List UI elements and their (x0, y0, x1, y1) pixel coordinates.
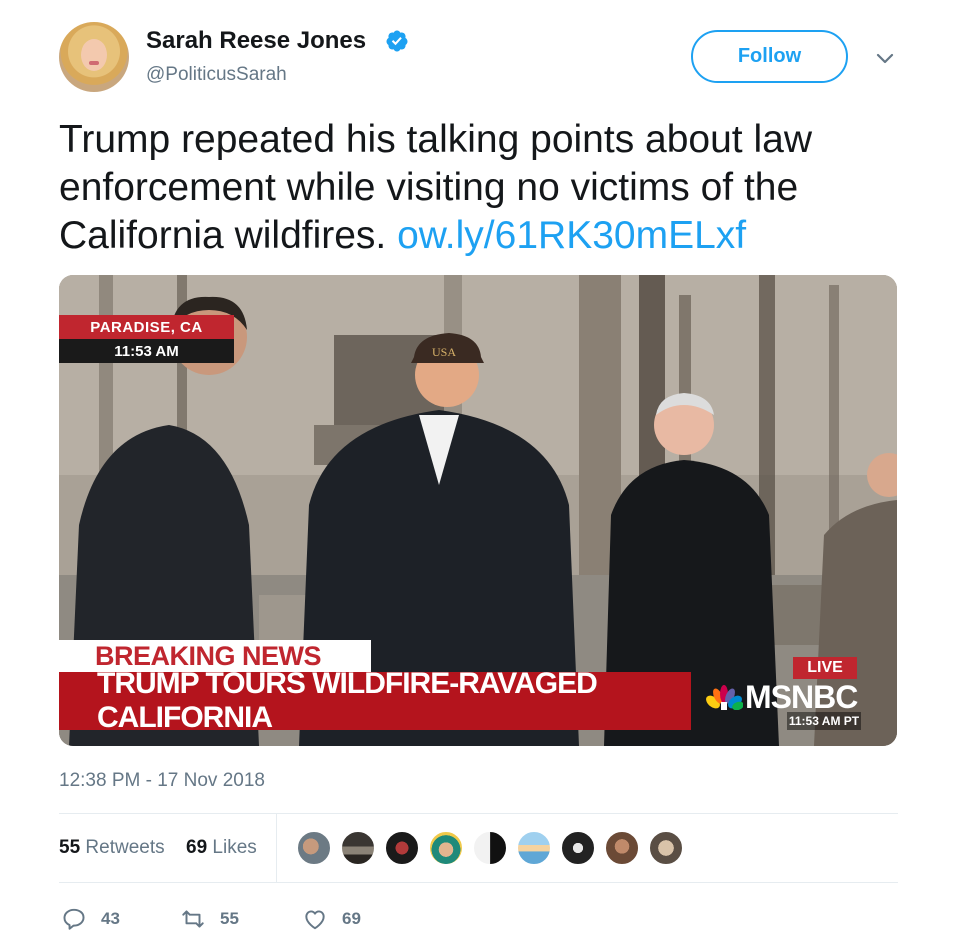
network-name: MSNBC (745, 678, 858, 715)
divider-top (59, 813, 898, 814)
tweet-text: Trump repeated his talking points about … (59, 116, 909, 260)
headline-banner: TRUMP TOURS WILDFIRE-RAVAGED CALIFORNIA (59, 667, 691, 734)
reply-icon (63, 908, 85, 930)
reply-action[interactable]: 43 (61, 906, 120, 932)
liker-avatar[interactable] (340, 830, 376, 866)
avatar-face (81, 39, 107, 71)
location-overlay: PARADISE, CA 11:53 AM (59, 315, 234, 363)
stats-divider (276, 813, 277, 882)
likes-label: Likes (212, 837, 257, 858)
liker-avatar[interactable] (428, 830, 464, 866)
like-action[interactable]: 69 (302, 906, 361, 932)
verified-badge-icon (386, 30, 408, 52)
likes-stat[interactable]: 69 Likes (186, 837, 257, 859)
liker-avatar[interactable] (296, 830, 332, 866)
cap-text: USA (432, 345, 456, 359)
tweet-timestamp[interactable]: 12:38 PM - 17 Nov 2018 (59, 770, 265, 792)
liker-avatar[interactable] (604, 830, 640, 866)
location-time: 11:53 AM (59, 339, 234, 363)
video-media[interactable]: USA PARADISE, CA 11:53 AM BREAKING NEWS … (59, 275, 897, 746)
liker-avatar[interactable] (384, 830, 420, 866)
avatar-lips (89, 61, 99, 65)
retweets-stat[interactable]: 55 Retweets (59, 837, 165, 859)
likes-count: 69 (186, 837, 208, 858)
author-handle[interactable]: @PoliticusSarah (146, 64, 287, 86)
liker-avatar[interactable] (516, 830, 552, 866)
live-badge: LIVE (793, 657, 857, 679)
divider-bottom (59, 882, 898, 883)
liker-avatar[interactable] (560, 830, 596, 866)
retweet-icon (182, 910, 204, 928)
heart-icon (305, 910, 325, 930)
tweet-link[interactable]: ow.ly/61RK30mELxf (397, 214, 746, 257)
chevron-down-icon[interactable] (873, 47, 897, 71)
retweet-count: 55 (220, 909, 239, 928)
retweets-count: 55 (59, 837, 81, 858)
retweet-action[interactable]: 55 (180, 906, 239, 932)
author-avatar[interactable] (59, 22, 129, 92)
follow-button[interactable]: Follow (691, 30, 848, 83)
network-logo: MSNBC (705, 679, 865, 715)
liker-avatar[interactable] (472, 830, 508, 866)
liker-avatars (296, 830, 692, 866)
location-label: PARADISE, CA (59, 315, 234, 339)
like-count: 69 (342, 909, 361, 928)
liker-avatar[interactable] (648, 830, 684, 866)
reply-count: 43 (101, 909, 120, 928)
network-time: 11:53 AM PT (787, 712, 861, 730)
peacock-icon (706, 685, 743, 710)
retweets-label: Retweets (85, 837, 165, 858)
author-name[interactable]: Sarah Reese Jones (146, 27, 366, 55)
